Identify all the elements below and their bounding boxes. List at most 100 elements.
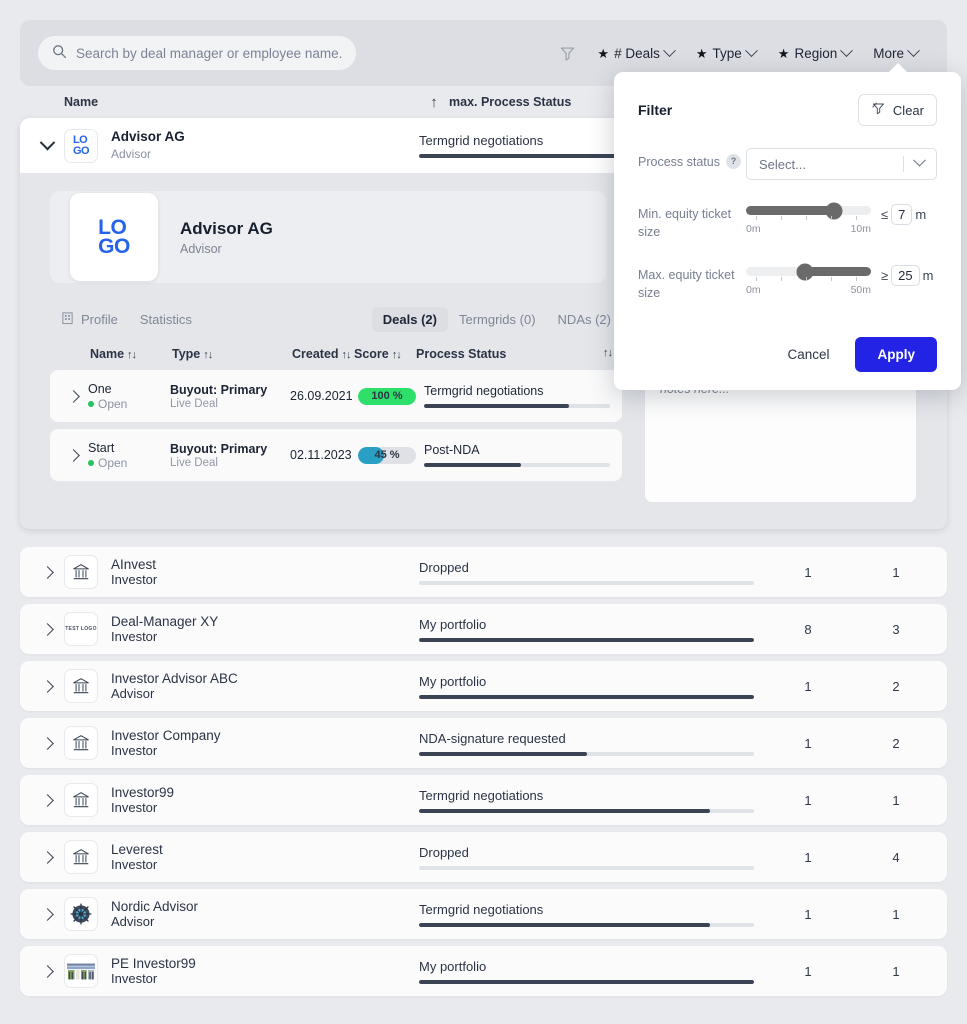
deal-row[interactable]: Start Open Buyout: Primary Live Deal 02.11.2… xyxy=(50,429,622,481)
table-row[interactable]: Leverest Investor Dropped 1 4 xyxy=(20,832,947,882)
deal-state-label: Open xyxy=(98,456,128,471)
tab-ndas[interactable]: NDAs (2) xyxy=(547,307,622,332)
sort-asc-icon[interactable]: ↑ xyxy=(419,94,449,111)
deal-score-cell: 45 % xyxy=(358,446,424,464)
deal-type-sub: Live Deal xyxy=(170,398,218,411)
score-badge: 100 % xyxy=(358,387,416,405)
deal-row[interactable]: One Open Buyout: Primary Live Deal 26.09.202… xyxy=(50,370,622,422)
expand-row-toggle[interactable] xyxy=(30,907,64,921)
expand-row-toggle[interactable] xyxy=(30,736,64,750)
table-row[interactable]: TEST LOGO Deal-Manager XY Investor My portf… xyxy=(20,604,947,654)
max-ticket-unit: m xyxy=(922,268,934,284)
progress-track xyxy=(424,404,610,408)
table-row[interactable]: Nordic Advisor Advisor Termgrid negotiatio… xyxy=(20,889,947,939)
row-name-block: AInvest Investor xyxy=(111,557,419,587)
advisor-logo-icon: LO GO xyxy=(98,215,130,258)
sort-icon[interactable]: ↑↓ xyxy=(127,349,137,361)
deals-col-process-status[interactable]: Process Status ↑↓ xyxy=(416,347,622,361)
clear-filters-button[interactable]: Clear xyxy=(857,94,937,126)
deals-col-name[interactable]: Name ↑↓ xyxy=(90,347,172,361)
slider-rail[interactable] xyxy=(746,202,871,219)
expand-deal-toggle[interactable] xyxy=(58,389,88,403)
advisor-logo-icon: LO GO xyxy=(72,134,90,157)
sort-icon[interactable]: ↑↓ xyxy=(392,349,402,361)
table-row[interactable]: AInvest Investor Dropped 1 1 xyxy=(20,547,947,597)
deals-col-type[interactable]: Type ↑↓ xyxy=(172,347,292,361)
score-badge: 45 % xyxy=(358,446,416,464)
search-box[interactable] xyxy=(38,36,356,70)
progress-fill xyxy=(419,694,754,699)
deal-name-cell: Start Open xyxy=(88,440,170,470)
filter-chip-deals[interactable]: ★ # Deals xyxy=(586,41,684,66)
funnel-clear-icon xyxy=(871,101,886,119)
row-region-count: 1 xyxy=(892,564,900,580)
table-row[interactable]: PE Investor99 Investor My portfolio 1 1 xyxy=(20,946,947,996)
table-row[interactable]: Investor Advisor ABC Advisor My portfolio 1… xyxy=(20,661,947,711)
filter-chip-more[interactable]: More xyxy=(862,41,929,66)
slider-max-label: 50m xyxy=(850,284,871,297)
progress-track xyxy=(419,694,754,699)
filter-chip-region[interactable]: ★ Region xyxy=(767,41,862,66)
expand-deal-toggle[interactable] xyxy=(58,448,88,462)
expand-row-toggle[interactable] xyxy=(30,850,64,864)
row-region-count: 1 xyxy=(892,963,900,979)
detail-tabs: Profile Statistics Deals (2) Termgrids (… xyxy=(50,305,622,333)
deals-col-score[interactable]: Score ↑↓ xyxy=(354,347,416,361)
slider-max-label: 10m xyxy=(850,223,871,235)
min-ticket-input[interactable]: 7 xyxy=(891,204,913,225)
cancel-button[interactable]: Cancel xyxy=(775,339,841,370)
table-row[interactable]: Investor Company Investor NDA-signature re… xyxy=(20,718,947,768)
slider-rail[interactable] xyxy=(746,263,871,281)
row-status-cell: Dropped xyxy=(419,560,764,585)
min-ticket-operator: ≤ xyxy=(881,207,889,222)
deal-name: One xyxy=(88,381,112,396)
chevron-right-icon xyxy=(40,850,54,864)
row-subtitle: Advisor xyxy=(111,146,152,161)
profile-logo: LO GO xyxy=(70,193,158,281)
row-status-label: Termgrid negotiations xyxy=(419,787,544,803)
column-header-name[interactable]: Name xyxy=(64,95,419,109)
filter-max-ticket-row: Max. equity ticket size 0m 50m ≥ 25 m xyxy=(638,261,937,302)
progress-fill xyxy=(419,922,711,927)
min-ticket-value: ≤ 7 m xyxy=(881,200,937,225)
slider-fill xyxy=(746,206,834,215)
tab-statistics[interactable]: Statistics xyxy=(129,307,203,332)
chevron-down-icon xyxy=(39,134,55,151)
apply-button[interactable]: Apply xyxy=(855,336,937,372)
filter-chip-label: Type xyxy=(712,45,742,61)
expand-row-toggle[interactable] xyxy=(30,679,64,693)
max-ticket-input[interactable]: 25 xyxy=(891,265,920,287)
tab-termgrids[interactable]: Termgrids (0) xyxy=(448,307,547,332)
sort-icon[interactable]: ↑↓ xyxy=(603,347,613,359)
row-logo xyxy=(64,726,98,760)
max-ticket-slider[interactable]: 0m 50m xyxy=(746,261,871,296)
tab-profile[interactable]: Profile xyxy=(50,306,129,333)
funnel-icon[interactable] xyxy=(549,41,586,66)
process-status-select[interactable]: Select... xyxy=(746,148,937,180)
tab-deals[interactable]: Deals (2) xyxy=(371,306,448,332)
sort-icon[interactable]: ↑↓ xyxy=(342,349,352,361)
row-name: Investor Advisor ABC xyxy=(111,671,238,686)
search-input[interactable] xyxy=(76,45,342,61)
expand-row-toggle[interactable] xyxy=(30,565,64,579)
expand-row-toggle[interactable] xyxy=(30,964,64,978)
row-deals-count: 1 xyxy=(804,735,812,751)
chevron-down-icon xyxy=(662,43,676,57)
help-icon[interactable]: ? xyxy=(725,154,741,169)
sort-icon[interactable]: ↑↓ xyxy=(203,349,213,361)
filter-process-status-row: Process status ? Select... xyxy=(638,148,937,180)
toolbar-filters: ★ # Deals ★ Type ★ Region More xyxy=(549,41,929,66)
min-ticket-slider[interactable]: 0m 10m xyxy=(746,200,871,235)
expand-row-toggle[interactable] xyxy=(30,793,64,807)
filter-chip-type[interactable]: ★ Type xyxy=(685,41,767,66)
chevron-right-icon xyxy=(40,964,54,978)
table-row[interactable]: Investor99 Investor Termgrid negotiations 1… xyxy=(20,775,947,825)
expand-row-toggle[interactable] xyxy=(30,622,64,636)
collapse-toggle[interactable] xyxy=(30,129,64,163)
deal-rows-container: One Open Buyout: Primary Live Deal 26.09.202… xyxy=(50,370,622,481)
filter-popup-footer: Cancel Apply xyxy=(638,336,937,372)
filter-chip-label: Region xyxy=(794,45,838,61)
progress-track xyxy=(419,865,754,870)
deals-col-created[interactable]: Created ↑↓ xyxy=(292,347,354,361)
progress-track xyxy=(419,751,754,756)
